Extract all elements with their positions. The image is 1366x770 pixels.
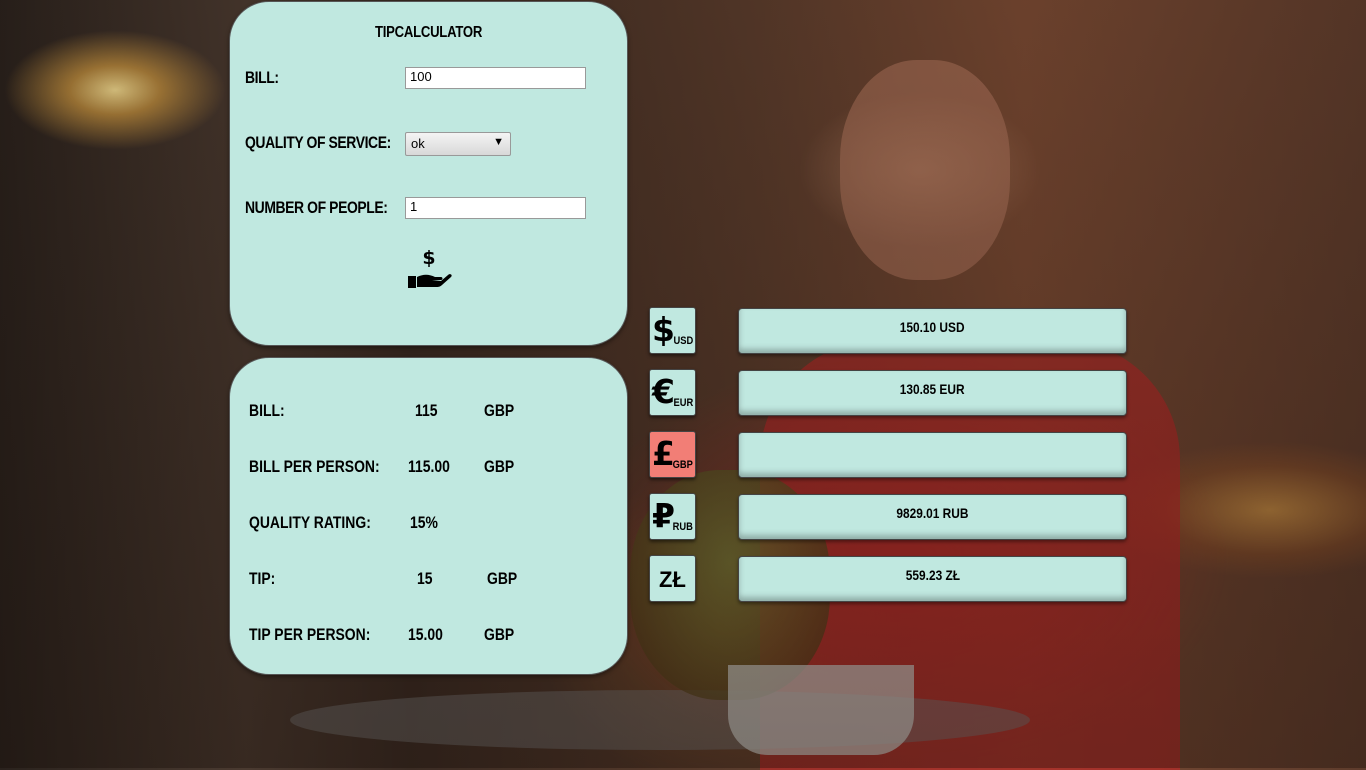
svg-text:$: $ xyxy=(422,247,435,269)
currency-button-usd[interactable]: $ USD xyxy=(649,307,696,354)
converted-output-pln: 559.23 ZŁ xyxy=(738,556,1127,602)
quality-of-service-label: QUALITY OF SERVICE: xyxy=(245,133,391,152)
converted-output-usd: 150.10 USD xyxy=(738,308,1127,354)
currency-button-gbp[interactable]: £ GBP xyxy=(649,431,696,478)
result-tip-per-person-currency: GBP xyxy=(484,625,515,644)
result-bill-value: 115 xyxy=(415,401,438,420)
quality-selected-value: ok xyxy=(411,136,425,151)
result-tip-label: TIP: xyxy=(249,569,276,588)
result-quality-rating-value: 15% xyxy=(410,513,438,532)
result-quality-rating-label: QUALITY RATING: xyxy=(249,513,371,532)
currency-code: GBP xyxy=(672,459,693,471)
result-bill-per-person-value: 115.00 xyxy=(408,457,450,476)
hand-holding-dollar-icon: $ xyxy=(408,247,452,288)
result-bill-per-person-label: BILL PER PERSON: xyxy=(249,457,380,476)
quality-of-service-select[interactable]: ok ▼ xyxy=(405,132,511,156)
zloty-icon: ZŁ xyxy=(659,567,686,592)
euro-icon: € xyxy=(652,372,675,411)
result-bill-label: BILL: xyxy=(249,401,285,420)
bill-label: BILL: xyxy=(245,68,279,87)
currency-button-rub[interactable]: ₽ RUB xyxy=(649,493,696,540)
calculate-tip-button[interactable]: $ xyxy=(406,246,452,290)
currency-button-pln[interactable]: ZŁ xyxy=(649,555,696,602)
calculator-form-card: TIPCALCULATOR BILL: 100 QUALITY OF SERVI… xyxy=(229,1,628,346)
number-of-people-input[interactable]: 1 xyxy=(405,197,586,219)
dollar-icon: $ xyxy=(652,310,675,349)
chevron-down-icon: ▼ xyxy=(493,136,504,148)
result-tip-per-person-value: 15.00 xyxy=(408,625,443,644)
converted-output-gbp xyxy=(738,432,1127,478)
app-title: TIPCALCULATOR xyxy=(374,24,483,41)
converted-output-eur: 130.85 EUR xyxy=(738,370,1127,416)
converted-value: 150.10 USD xyxy=(900,319,965,335)
currency-code: USD xyxy=(673,335,693,347)
result-tip-value: 15 xyxy=(417,569,433,588)
ruble-icon: ₽ xyxy=(652,496,675,535)
converted-output-rub: 9829.01 RUB xyxy=(738,494,1127,540)
converted-value: 9829.01 RUB xyxy=(896,505,969,521)
converted-value: 559.23 ZŁ xyxy=(905,567,960,583)
result-bill-per-person-currency: GBP xyxy=(484,457,515,476)
number-of-people-label: NUMBER OF PEOPLE: xyxy=(245,198,388,217)
result-bill-currency: GBP xyxy=(484,401,515,420)
currency-code: RUB xyxy=(672,521,693,533)
currency-button-eur[interactable]: € EUR xyxy=(649,369,696,416)
bill-input[interactable]: 100 xyxy=(405,67,586,89)
result-tip-currency: GBP xyxy=(487,569,518,588)
currency-code: EUR xyxy=(673,397,693,409)
results-card: BILL: 115 GBP BILL PER PERSON: 115.00 GB… xyxy=(229,357,628,675)
converted-value: 130.85 EUR xyxy=(900,381,965,397)
result-tip-per-person-label: TIP PER PERSON: xyxy=(249,625,371,644)
pound-icon: £ xyxy=(652,434,675,473)
